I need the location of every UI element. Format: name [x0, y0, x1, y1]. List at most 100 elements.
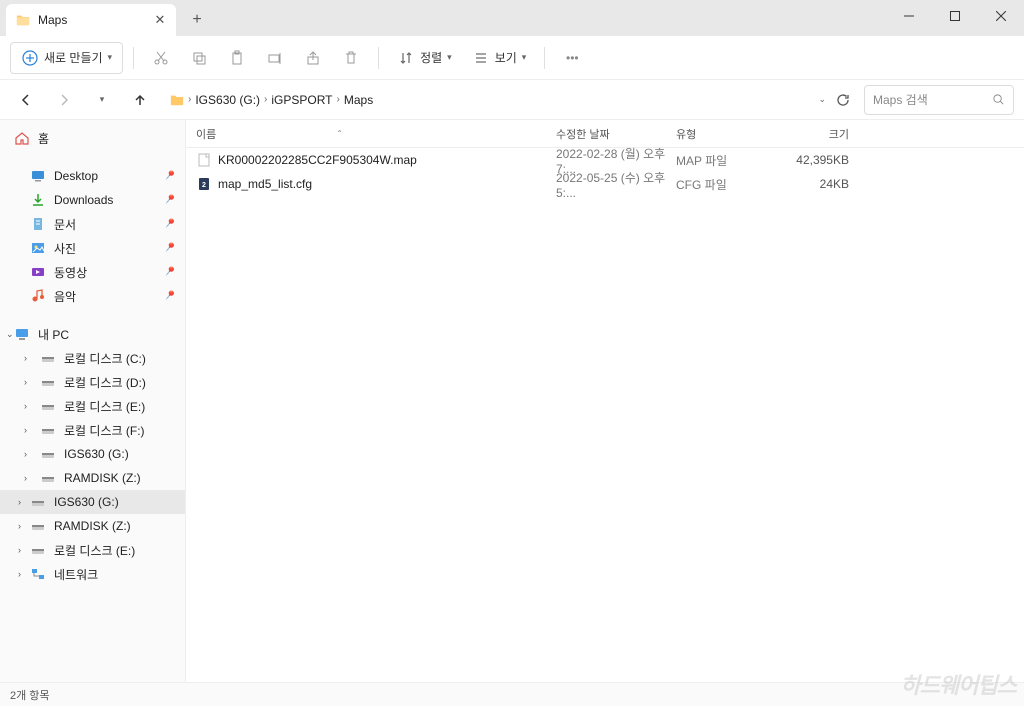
- column-name[interactable]: 이름⌃: [196, 126, 556, 142]
- forward-button[interactable]: [48, 84, 80, 116]
- chevron-right-icon: ›: [24, 449, 27, 459]
- chevron-right-icon: ›: [18, 545, 21, 555]
- drive-icon: [40, 446, 56, 462]
- cut-button[interactable]: [144, 42, 178, 74]
- sidebar-drive[interactable]: ›로컬 디스크 (E:): [0, 538, 185, 562]
- svg-text:2: 2: [202, 182, 206, 189]
- rename-button[interactable]: [258, 42, 292, 74]
- up-button[interactable]: [124, 84, 156, 116]
- content-area: 홈 Desktop📍Downloads📍문서📍사진📍동영상📍음악📍 ⌄ 내 PC…: [0, 120, 1024, 682]
- drive-icon: [40, 398, 56, 414]
- minimize-button[interactable]: [886, 0, 932, 32]
- pin-icon: 📍: [160, 288, 177, 304]
- network-icon: [30, 566, 46, 582]
- chevron-right-icon: ›: [18, 569, 21, 579]
- breadcrumb[interactable]: › IGS630 (G:) › iGPSPORT › Maps: [162, 84, 812, 116]
- window-controls: [886, 0, 1024, 32]
- chevron-right-icon: ›: [24, 425, 27, 435]
- sidebar-item-downloads[interactable]: Downloads📍: [0, 188, 185, 212]
- share-icon: [304, 49, 322, 67]
- chevron-down-icon: ▾: [108, 52, 113, 63]
- column-size[interactable]: 크기: [771, 126, 861, 142]
- documents-icon: [30, 216, 46, 232]
- chevron-right-icon: ›: [24, 353, 27, 363]
- breadcrumb-item[interactable]: Maps: [344, 93, 373, 107]
- pictures-icon: [30, 240, 46, 256]
- plus-circle-icon: [21, 49, 39, 67]
- pin-icon: 📍: [160, 264, 177, 280]
- chevron-right-icon: ›: [188, 94, 191, 105]
- file-row[interactable]: 2map_md5_list.cfg2022-05-25 (수) 오후 5:...…: [186, 172, 1024, 196]
- chevron-down-icon: ▾: [447, 52, 452, 63]
- share-button[interactable]: [296, 42, 330, 74]
- sort-icon: [397, 49, 415, 67]
- new-button[interactable]: 새로 만들기 ▾: [10, 42, 123, 74]
- file-icon: [196, 152, 212, 168]
- pin-icon: 📍: [160, 216, 177, 232]
- sidebar-item-videos[interactable]: 동영상📍: [0, 260, 185, 284]
- sidebar-item-pictures[interactable]: 사진📍: [0, 236, 185, 260]
- close-tab-button[interactable]: ✕: [152, 12, 168, 28]
- maximize-button[interactable]: [932, 0, 978, 32]
- sidebar-drive[interactable]: ›로컬 디스크 (F:): [0, 418, 185, 442]
- search-input[interactable]: Maps 검색: [864, 85, 1014, 115]
- sidebar-item-music[interactable]: 음악📍: [0, 284, 185, 308]
- sort-indicator-icon: ⌃: [336, 129, 343, 138]
- item-count: 2개 항목: [10, 687, 50, 703]
- breadcrumb-item[interactable]: IGS630 (G:): [195, 93, 260, 107]
- file-icon: 2: [196, 176, 212, 192]
- sidebar: 홈 Desktop📍Downloads📍문서📍사진📍동영상📍음악📍 ⌄ 내 PC…: [0, 120, 186, 682]
- copy-button[interactable]: [182, 42, 216, 74]
- view-button[interactable]: 보기 ▾: [464, 42, 535, 74]
- toolbar: 새로 만들기 ▾ 정렬 ▾ 보기 ▾ •••: [0, 36, 1024, 80]
- more-icon: •••: [563, 49, 581, 67]
- music-icon: [30, 288, 46, 304]
- column-date[interactable]: 수정한 날짜: [556, 126, 676, 142]
- videos-icon: [30, 264, 46, 280]
- tab-title: Maps: [38, 13, 67, 27]
- chevron-right-icon: ›: [18, 521, 21, 531]
- column-type[interactable]: 유형: [676, 126, 771, 142]
- folder-icon: [170, 93, 184, 107]
- delete-button[interactable]: [334, 42, 368, 74]
- drive-icon: [40, 422, 56, 438]
- statusbar: 2개 항목: [0, 682, 1024, 706]
- sidebar-item-desktop[interactable]: Desktop📍: [0, 164, 185, 188]
- file-list: 이름⌃ 수정한 날짜 유형 크기 KR00002202285CC2F905304…: [186, 120, 1024, 682]
- sidebar-item-documents[interactable]: 문서📍: [0, 212, 185, 236]
- chevron-right-icon: ›: [264, 94, 267, 105]
- refresh-button[interactable]: [836, 93, 850, 107]
- close-window-button[interactable]: [978, 0, 1024, 32]
- sidebar-drive[interactable]: ›로컬 디스크 (D:): [0, 370, 185, 394]
- addressbar: ▾ › IGS630 (G:) › iGPSPORT › Maps ⌄ Maps…: [0, 80, 1024, 120]
- paste-button[interactable]: [220, 42, 254, 74]
- sidebar-drive[interactable]: ›로컬 디스크 (C:): [0, 346, 185, 370]
- chevron-right-icon: ›: [337, 94, 340, 105]
- pc-icon: [14, 326, 30, 342]
- breadcrumb-item[interactable]: iGPSPORT: [271, 93, 332, 107]
- sort-button[interactable]: 정렬 ▾: [389, 42, 460, 74]
- tab-maps[interactable]: Maps ✕: [6, 4, 176, 36]
- more-button[interactable]: •••: [555, 42, 589, 74]
- sidebar-drive[interactable]: ›로컬 디스크 (E:): [0, 394, 185, 418]
- recent-button[interactable]: ▾: [86, 84, 118, 116]
- drive-icon: [30, 542, 46, 558]
- sidebar-drive[interactable]: ›RAMDISK (Z:): [0, 466, 185, 490]
- back-button[interactable]: [10, 84, 42, 116]
- chevron-down-icon: ▾: [100, 94, 105, 105]
- watermark: 하드웨어팁스: [901, 668, 1016, 700]
- search-icon: [992, 93, 1005, 106]
- sidebar-network[interactable]: › 네트워크: [0, 562, 185, 586]
- rename-icon: [266, 49, 284, 67]
- sidebar-drive[interactable]: ›RAMDISK (Z:): [0, 514, 185, 538]
- sidebar-drive[interactable]: ›IGS630 (G:): [0, 490, 185, 514]
- chevron-down-icon: ▾: [522, 52, 527, 63]
- desktop-icon: [30, 168, 46, 184]
- sidebar-drive[interactable]: ›IGS630 (G:): [0, 442, 185, 466]
- sidebar-home[interactable]: 홈: [0, 126, 185, 150]
- sidebar-pc[interactable]: ⌄ 내 PC: [0, 322, 185, 346]
- chevron-down-icon[interactable]: ⌄: [818, 94, 826, 105]
- new-tab-button[interactable]: +: [180, 6, 214, 34]
- pin-icon: 📍: [160, 240, 177, 256]
- folder-icon: [16, 13, 30, 27]
